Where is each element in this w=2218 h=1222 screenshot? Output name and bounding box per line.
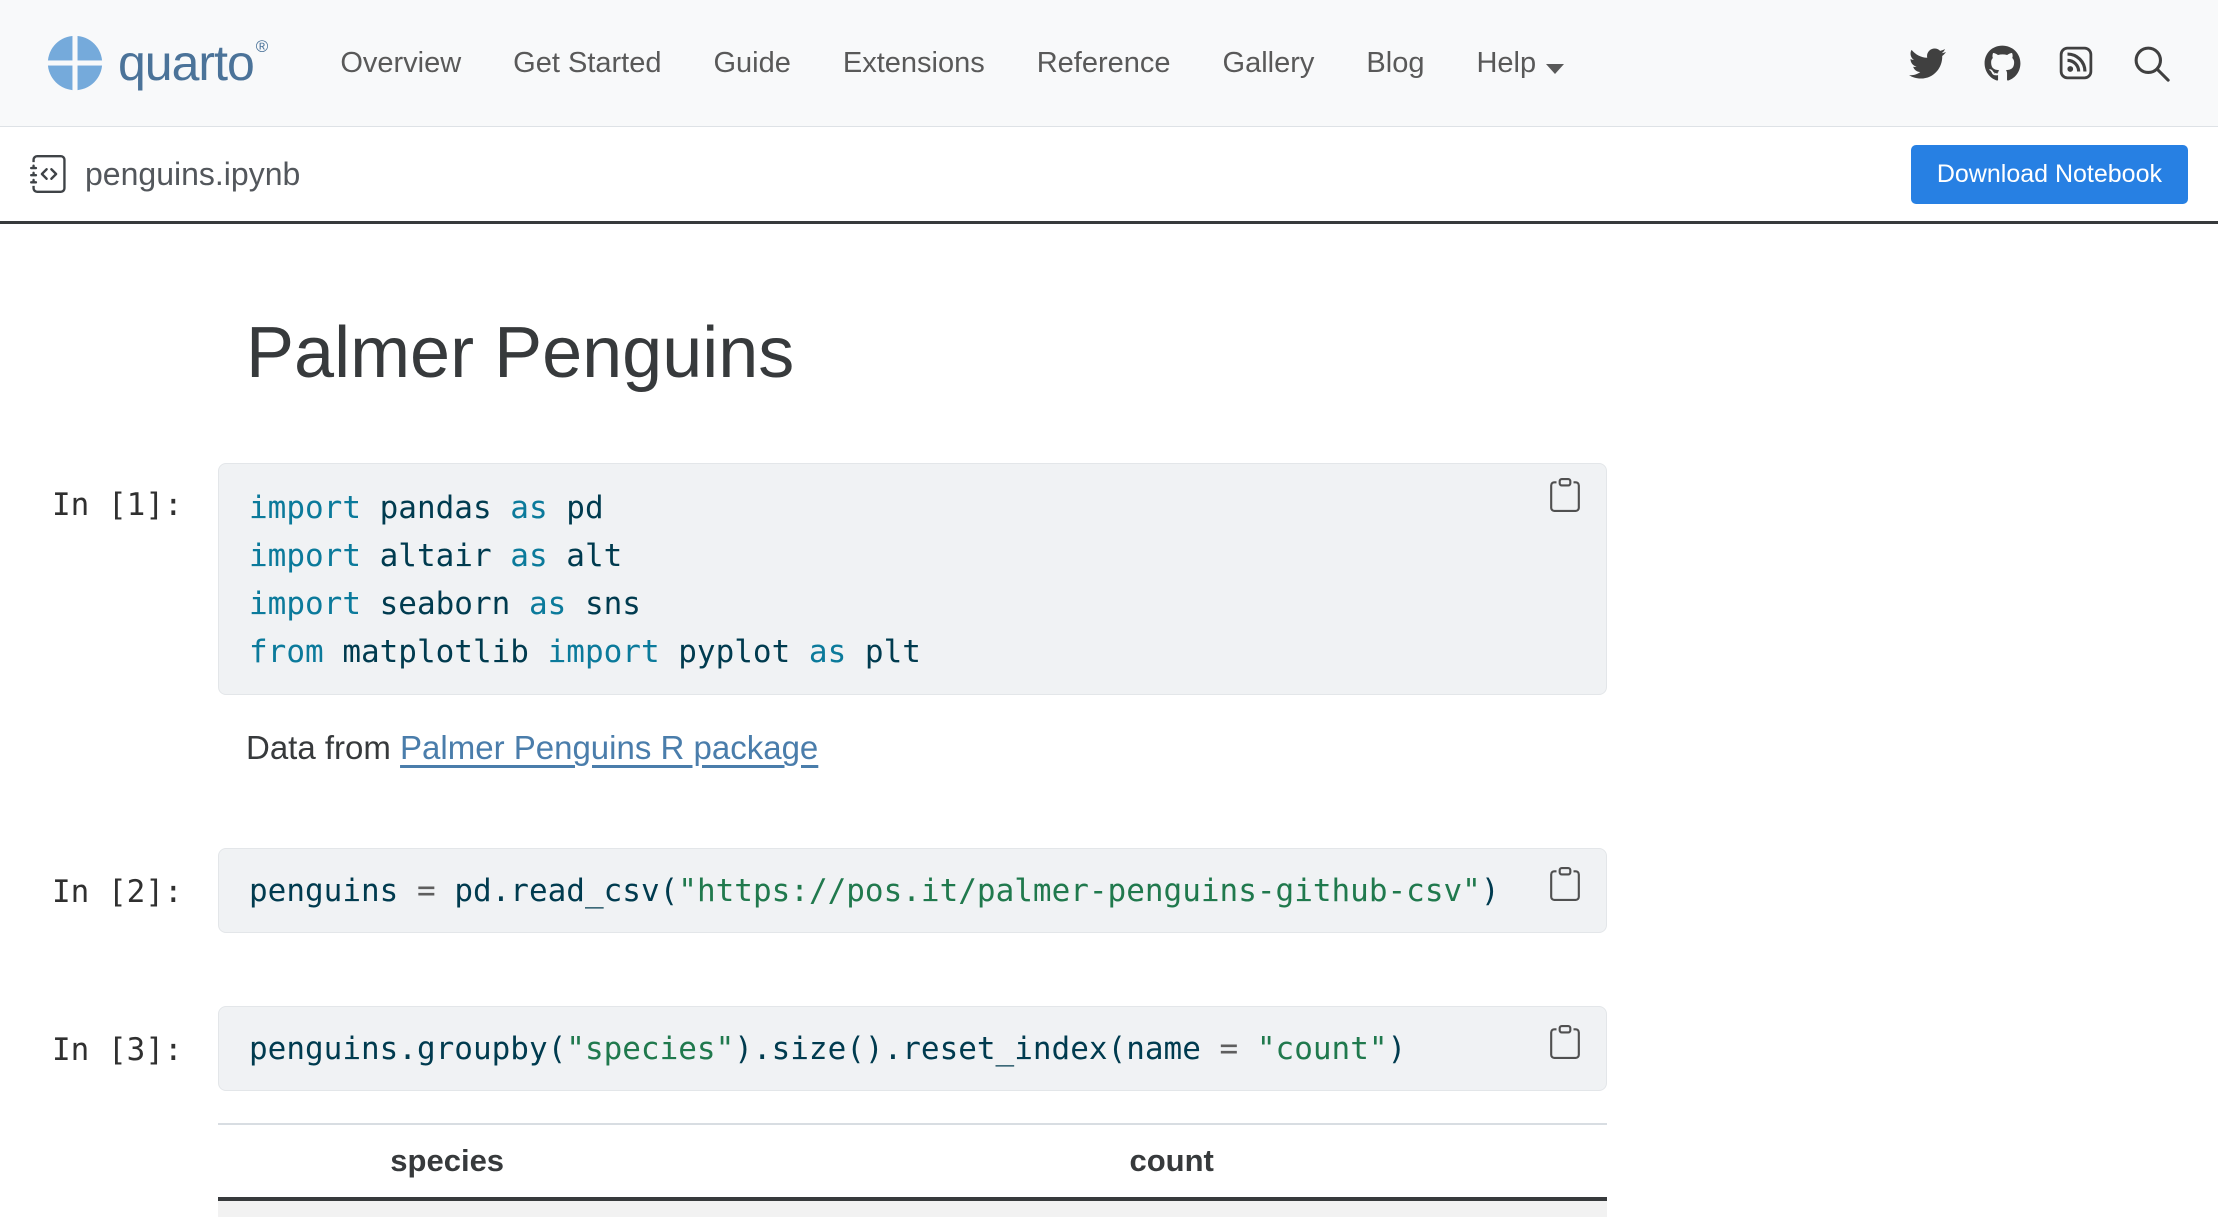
cell-input-label-2: In [2]: [52, 874, 183, 910]
code-cell-1-source: import pandas as pdimport altair as alti… [219, 464, 1606, 696]
nav-item-get-started[interactable]: Get Started [513, 47, 661, 80]
palmer-penguins-link[interactable]: Palmer Penguins R package [400, 729, 818, 766]
nav-item-overview[interactable]: Overview [340, 47, 461, 80]
clipboard-icon [1548, 478, 1582, 512]
dataframe-table: species count [218, 1123, 1607, 1217]
notebook-file: penguins.ipynb [30, 155, 300, 193]
code-cell-1: import pandas as pdimport altair as alti… [218, 463, 1607, 695]
clipboard-icon [1548, 1025, 1582, 1059]
nav-links: Overview Get Started Guide Extensions Re… [340, 47, 1564, 80]
code-cell-3: penguins.groupby("species").size().reset… [218, 1006, 1607, 1091]
code-cell-2-source: penguins = pd.read_csv("https://pos.it/p… [219, 867, 1530, 915]
journal-code-icon [30, 155, 68, 193]
code-cell-3-source: penguins.groupby("species").size().reset… [219, 1025, 1436, 1073]
code-cell-2: penguins = pd.read_csv("https://pos.it/p… [218, 848, 1607, 933]
rss-icon[interactable] [2059, 46, 2093, 80]
cell-input-label-3: In [3]: [52, 1032, 183, 1068]
nav-item-help-label: Help [1476, 47, 1536, 79]
navbar-social-icons [1909, 43, 2172, 84]
notebook-content: Palmer Penguins In [1]: import pandas as… [0, 224, 2218, 1221]
nav-item-guide[interactable]: Guide [713, 47, 790, 80]
nav-item-help[interactable]: Help [1476, 47, 1564, 80]
cell-input-label-1: In [1]: [52, 487, 183, 523]
table-header-row: species count [218, 1125, 1607, 1201]
page-title: Palmer Penguins [246, 312, 794, 394]
paragraph-text: Data from [246, 729, 400, 766]
navbar: quarto ® Overview Get Started Guide Exte… [0, 0, 2218, 127]
copy-code-button[interactable] [1544, 1021, 1586, 1063]
copy-code-button[interactable] [1544, 474, 1586, 516]
nav-item-reference[interactable]: Reference [1037, 47, 1171, 80]
brand-wordmark: quarto [118, 38, 254, 88]
nav-item-gallery[interactable]: Gallery [1223, 47, 1315, 80]
twitter-icon[interactable] [1909, 45, 1946, 82]
download-notebook-button[interactable]: Download Notebook [1911, 145, 2188, 204]
github-icon[interactable] [1984, 45, 2021, 82]
brand-logo[interactable]: quarto ® [46, 34, 268, 92]
data-source-paragraph: Data from Palmer Penguins R package [246, 729, 818, 767]
registered-trademark: ® [256, 37, 269, 57]
clipboard-icon [1548, 867, 1582, 901]
search-icon[interactable] [2131, 43, 2172, 84]
table-header-species: species [218, 1143, 676, 1179]
table-header-count: count [676, 1143, 1607, 1179]
quarto-logo-icon [46, 34, 104, 92]
nav-item-blog[interactable]: Blog [1366, 47, 1424, 80]
table-row [218, 1201, 1607, 1217]
notebook-header: penguins.ipynb Download Notebook [0, 127, 2218, 224]
nav-item-extensions[interactable]: Extensions [843, 47, 985, 80]
copy-code-button[interactable] [1544, 863, 1586, 905]
notebook-filename: penguins.ipynb [85, 156, 300, 193]
chevron-down-icon [1546, 64, 1564, 74]
